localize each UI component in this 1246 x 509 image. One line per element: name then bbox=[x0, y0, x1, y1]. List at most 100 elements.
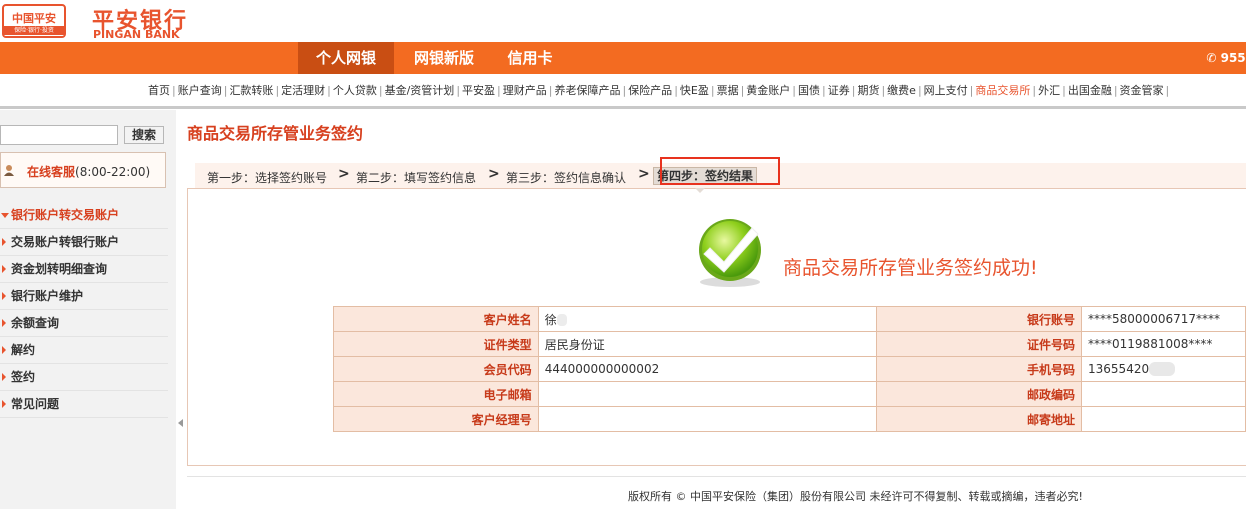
pingan-logo[interactable]: 中国平安 保险·银行·投资 bbox=[2, 4, 66, 38]
menu-item[interactable]: 理财产品 bbox=[503, 84, 547, 97]
menu-item[interactable]: 资金管家 bbox=[1120, 84, 1164, 97]
bank-account-label: 银行账号 bbox=[876, 306, 1083, 332]
zip-code-label: 邮政编码 bbox=[876, 381, 1083, 407]
step-pointer bbox=[695, 188, 705, 193]
sidebar-item[interactable]: 资金划转明细查询 bbox=[0, 256, 168, 283]
step-3: 第三步：签约信息确认 bbox=[506, 171, 627, 185]
nav-personal-banking[interactable]: 个人网银 bbox=[298, 42, 394, 74]
step-1: 第一步：选择签约账号 bbox=[207, 171, 328, 185]
success-message: 商品交易所存管业务签约成功! bbox=[783, 257, 1038, 279]
menu-item[interactable]: 基金/资管计划 bbox=[385, 84, 455, 97]
menu-separator: | bbox=[456, 84, 461, 97]
sidebar-item[interactable]: 银行账户转交易账户 bbox=[0, 202, 168, 229]
id-type-value: 居民身份证 bbox=[537, 331, 878, 357]
table-row: 证件类型 居民身份证 证件号码 ****0119881008**** bbox=[333, 331, 1246, 357]
online-service[interactable]: 在线客服(8:00-22:00) bbox=[0, 152, 166, 188]
menu-item[interactable]: 期货 bbox=[857, 84, 879, 97]
phone-value: 13655420 bbox=[1081, 356, 1246, 382]
menu-item[interactable]: 个人贷款 bbox=[333, 84, 377, 97]
brand-name-en: PINGAN BANK bbox=[93, 28, 180, 41]
table-row: 客户经理号 邮寄地址 bbox=[333, 406, 1246, 432]
mailing-address-label: 邮寄地址 bbox=[876, 406, 1083, 432]
sidebar-item-label: 银行账户转交易账户 bbox=[11, 208, 120, 222]
menu-item[interactable]: 首页 bbox=[148, 84, 170, 97]
sidebar-item[interactable]: 签约 bbox=[0, 364, 168, 391]
table-row: 会员代码 444000000000002 手机号码 13655420 bbox=[333, 356, 1246, 382]
contract-info-table: 客户姓名 徐 银行账号 ****58000006717**** 证件类型 居民身… bbox=[333, 306, 1246, 432]
sidebar-item-label: 签约 bbox=[11, 370, 36, 384]
menu-item[interactable]: 定活理财 bbox=[281, 84, 325, 97]
triangle-icon bbox=[2, 319, 6, 327]
sidebar-item[interactable]: 交易账户转银行账户 bbox=[0, 229, 168, 256]
footer-divider bbox=[187, 476, 1246, 477]
menu-separator: | bbox=[917, 84, 922, 97]
menu-item[interactable]: 网上支付 bbox=[924, 84, 968, 97]
sidebar-item-label: 银行账户维护 bbox=[11, 289, 84, 303]
success-check-icon bbox=[699, 219, 761, 287]
nav-new-version[interactable]: 网银新版 bbox=[396, 42, 492, 74]
header: 中国平安 保险·银行·投资 平安银行 PINGAN BANK bbox=[0, 0, 1246, 42]
menu-item[interactable]: 国债 bbox=[798, 84, 820, 97]
table-row: 客户姓名 徐 银行账号 ****58000006717**** bbox=[333, 306, 1246, 332]
customer-name-text: 徐 bbox=[544, 312, 557, 327]
copyright-footer: 版权所有 © 中国平安保险（集团）股份有限公司 未经许可不得复制、转载或摘编，违… bbox=[628, 490, 1083, 503]
phone-text: 13655420 bbox=[1088, 361, 1150, 376]
menu-separator: | bbox=[740, 84, 745, 97]
email-value bbox=[537, 381, 878, 407]
triangle-icon bbox=[2, 292, 6, 300]
nav-credit-card[interactable]: 信用卡 bbox=[494, 42, 566, 74]
menu-item[interactable]: 证券 bbox=[828, 84, 850, 97]
customer-service-icon bbox=[4, 165, 14, 176]
menu-item[interactable]: 黄金账户 bbox=[746, 84, 790, 97]
step-2: 第二步：填写签约信息 bbox=[356, 171, 477, 185]
logo-subtext: 保险·银行·投资 bbox=[4, 26, 64, 35]
menu-item[interactable]: 汇款转账 bbox=[229, 84, 273, 97]
table-row: 电子邮箱 邮政编码 bbox=[333, 381, 1246, 407]
manager-number-value bbox=[537, 406, 878, 432]
menu-item[interactable]: 保险产品 bbox=[628, 84, 672, 97]
step-arrow-icon: > bbox=[488, 166, 500, 182]
menu-separator: | bbox=[378, 84, 383, 97]
menu-item[interactable]: 缴费e bbox=[887, 84, 916, 97]
menu-item[interactable]: 外汇 bbox=[1038, 84, 1060, 97]
triangle-icon bbox=[2, 238, 6, 246]
sub-menu: 首页 | 账户查询 | 汇款转账 | 定活理财 | 个人贷款 | 基金/资管计划 | 平安盈 | 理财产品 |… bbox=[0, 78, 1246, 104]
menu-separator: | bbox=[822, 84, 826, 97]
sidebar-item-label: 交易账户转银行账户 bbox=[11, 235, 120, 249]
sidebar-menu: 银行账户转交易账户 交易账户转银行账户资金划转明细查询银行账户维护 余额查询解约签约… bbox=[0, 202, 168, 418]
highlight-annotation bbox=[660, 157, 780, 185]
menu-item[interactable]: 养老保障产品 bbox=[554, 84, 620, 97]
menu-separator: | bbox=[497, 84, 501, 97]
search-input[interactable] bbox=[0, 125, 118, 145]
phone-icon: ✆ bbox=[1206, 51, 1217, 65]
email-label: 电子邮箱 bbox=[333, 381, 539, 407]
collapse-sidebar-icon[interactable] bbox=[178, 419, 183, 427]
menu-item[interactable]: 账户查询 bbox=[178, 84, 222, 97]
menu-separator: | bbox=[548, 84, 553, 97]
menu-item[interactable]: 出国金融 bbox=[1068, 84, 1112, 97]
hotline-number: 955 bbox=[1220, 51, 1246, 65]
sidebar-item[interactable]: 解约 bbox=[0, 337, 168, 364]
menu-separator: | bbox=[1165, 84, 1170, 97]
menu-item[interactable]: 票据 bbox=[717, 84, 739, 97]
menu-separator: | bbox=[792, 84, 797, 97]
search-button[interactable]: 搜索 bbox=[124, 126, 164, 144]
sidebar-item[interactable]: 银行账户维护 bbox=[0, 283, 168, 310]
customer-name-label: 客户姓名 bbox=[333, 306, 539, 332]
id-number-value: ****0119881008**** bbox=[1081, 331, 1246, 357]
menu-item[interactable]: 商品交易所 bbox=[975, 84, 1030, 97]
menu-separator: | bbox=[172, 84, 176, 97]
id-number-label: 证件号码 bbox=[876, 331, 1083, 357]
zip-code-value bbox=[1081, 381, 1246, 407]
menu-separator: | bbox=[327, 84, 331, 97]
menu-separator: | bbox=[969, 84, 974, 97]
sidebar-item-label: 常见问题 bbox=[11, 397, 60, 411]
sidebar-item[interactable]: 余额查询 bbox=[0, 310, 168, 337]
sidebar-item-label: 余额查询 bbox=[11, 316, 60, 330]
sidebar-item[interactable]: 常见问题 bbox=[0, 391, 168, 418]
menu-item[interactable]: 快E盈 bbox=[680, 84, 709, 97]
menu-item[interactable]: 平安盈 bbox=[462, 84, 495, 97]
menu-separator: | bbox=[674, 84, 678, 97]
menu-separator: | bbox=[1113, 84, 1118, 97]
triangle-icon bbox=[2, 373, 6, 381]
